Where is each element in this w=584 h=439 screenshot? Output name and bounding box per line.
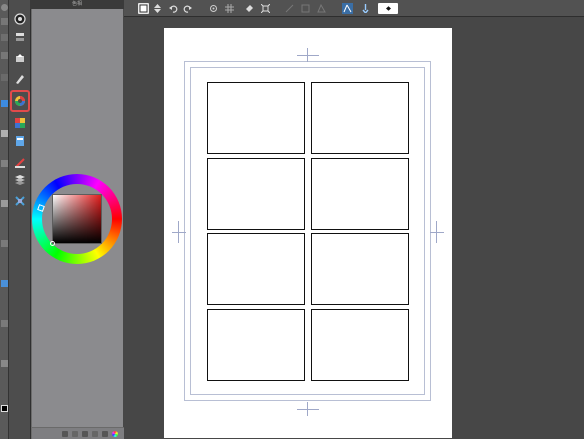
comic-panel[interactable] — [207, 233, 305, 305]
manga-page[interactable] — [164, 28, 452, 438]
select-icon[interactable] — [1, 34, 8, 41]
move-icon[interactable] — [1, 18, 8, 25]
new-icon[interactable] — [138, 3, 149, 14]
footer-icon-3[interactable] — [82, 431, 88, 437]
undo-icon[interactable] — [168, 3, 179, 14]
comic-panel[interactable] — [207, 158, 305, 230]
color-palette-icon[interactable] — [10, 90, 30, 112]
zoom-icon[interactable] — [1, 4, 8, 11]
transform-toggle-icon[interactable] — [152, 3, 163, 14]
panel-title: 色相 — [30, 0, 124, 9]
panel-footer — [32, 427, 124, 439]
layer-stack-icon[interactable] — [12, 134, 28, 148]
pen-icon[interactable] — [1, 74, 8, 81]
color-wheel-panel — [31, 9, 124, 439]
register-mark-top — [297, 55, 319, 56]
ruler3-icon[interactable] — [316, 3, 327, 14]
ruler2-icon[interactable] — [300, 3, 311, 14]
comic-panel[interactable] — [311, 233, 409, 305]
footer-icon-2[interactable] — [72, 431, 78, 437]
color-wheel-icon[interactable] — [112, 431, 118, 437]
fill-icon[interactable] — [244, 3, 255, 14]
figure-icon[interactable] — [1, 240, 8, 247]
canvas-area[interactable] — [124, 17, 584, 439]
register-mark-bottom-v — [307, 402, 308, 416]
eraser-icon[interactable] — [1, 130, 8, 137]
register-mark-left-h — [172, 232, 186, 233]
text-icon[interactable] — [1, 280, 8, 287]
layer-icon[interactable] — [12, 30, 28, 44]
layer-move-icon[interactable] — [12, 52, 28, 66]
footer-icon-4[interactable] — [92, 431, 98, 437]
gradient-icon[interactable] — [1, 200, 8, 207]
pen-icon[interactable] — [360, 3, 371, 14]
view-icon[interactable] — [12, 12, 28, 26]
transform-icon[interactable] — [12, 194, 28, 208]
line-icon[interactable] — [1, 360, 8, 367]
register-mark-top-v — [307, 48, 308, 62]
register-mark-bottom — [297, 409, 319, 410]
command-bar — [124, 0, 584, 17]
tool-bar — [0, 0, 9, 439]
grid-icon[interactable] — [224, 3, 235, 14]
pen-tool-icon[interactable] — [12, 72, 28, 86]
help-icon[interactable] — [378, 3, 398, 14]
layers-icon[interactable] — [12, 172, 28, 186]
brush-icon[interactable] — [1, 100, 8, 107]
hue-ring[interactable] — [32, 174, 122, 264]
comic-panel[interactable] — [311, 82, 409, 154]
comic-panel[interactable] — [207, 82, 305, 154]
ruler-icon[interactable] — [12, 156, 28, 170]
main-color-swatch[interactable] — [1, 405, 8, 412]
perspective-icon[interactable] — [342, 3, 353, 14]
comic-panel[interactable] — [311, 309, 409, 381]
footer-icon-5[interactable] — [102, 431, 108, 437]
balloon-icon[interactable] — [1, 320, 8, 327]
sv-marker[interactable] — [50, 241, 55, 246]
eyedropper-icon[interactable] — [1, 52, 8, 59]
comic-panel[interactable] — [311, 158, 409, 230]
color-set-icon[interactable] — [12, 116, 28, 130]
snap-icon[interactable] — [208, 3, 219, 14]
clip-studio-window: 色相 — [0, 0, 584, 439]
redo-icon[interactable] — [182, 3, 193, 14]
footer-icon-1[interactable] — [62, 431, 68, 437]
saturation-value-square[interactable] — [52, 194, 102, 244]
comic-panel[interactable] — [207, 309, 305, 381]
ruler-icon[interactable] — [284, 3, 295, 14]
register-mark-right-h — [430, 232, 444, 233]
fill-icon[interactable] — [1, 160, 8, 167]
sub-tool-column — [9, 0, 31, 439]
fit-icon[interactable] — [260, 3, 271, 14]
